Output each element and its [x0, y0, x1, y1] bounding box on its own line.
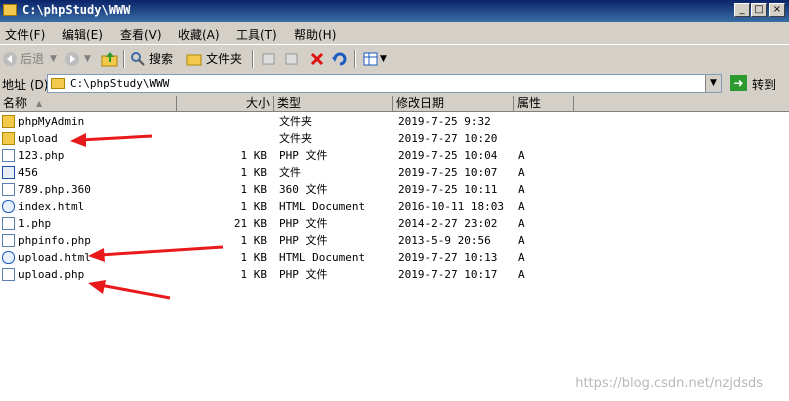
annotation-arrows	[70, 133, 224, 300]
annotation-arrow	[88, 245, 224, 262]
watermark: https://blog.csdn.net/nzjdsds	[575, 376, 763, 391]
annotation-arrow	[70, 133, 153, 147]
annotation-arrow	[88, 280, 171, 300]
